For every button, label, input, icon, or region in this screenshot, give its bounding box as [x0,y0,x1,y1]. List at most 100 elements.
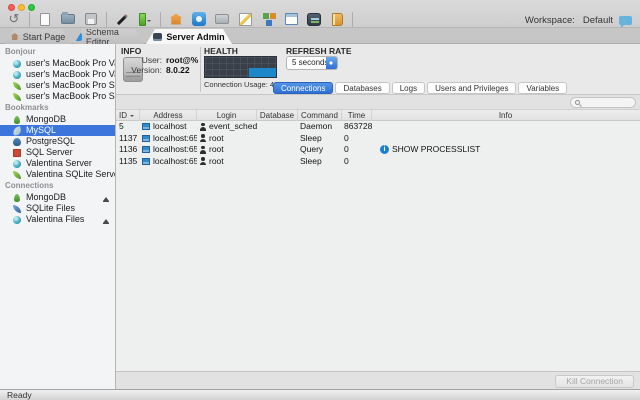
sidebar-item-label: MongoDB [26,114,67,124]
panel-divider [200,47,201,92]
sidebar-section-bookmarks: Bookmarks [5,103,49,112]
toolbar-separator [160,11,161,27]
sidebar-item-valentina-sqlite-server[interactable]: Valentina SQLite Server [0,169,115,180]
eject-icon[interactable] [102,216,110,224]
column-header-info[interactable]: Info [372,110,639,121]
subtab-databases[interactable]: Databases [335,82,390,94]
note-icon[interactable] [237,11,253,27]
pen-icon[interactable] [114,11,130,27]
tab-schema-editor[interactable]: Schema Editor [74,29,144,44]
tab-start-page[interactable]: Start Page [5,29,71,44]
sql-server-icon [13,148,21,157]
valentina-bonjour-icon [13,70,21,79]
open-folder-icon[interactable] [60,11,76,27]
version-label: Version: [131,65,162,75]
subtab-connections[interactable]: Connections [273,82,334,94]
tab-label: Server Admin [166,31,225,42]
sidebar-item-bonjour-valentina[interactable]: user's MacBook Pro Valentina [0,69,115,80]
column-header-address[interactable]: Address [140,110,197,121]
subtab-logs[interactable]: Logs [391,82,426,94]
mysql-dolphin-icon [12,125,22,136]
column-header-command[interactable]: Command [298,110,342,121]
diagram-icon[interactable] [260,11,276,27]
sidebar-item-mysql[interactable]: MySQL [0,125,115,136]
column-header-id[interactable]: ID [116,110,140,121]
valentina-icon [13,215,21,224]
undo-icon[interactable]: ↺ [6,11,22,27]
sidebar-item-label: user's MacBook Pro SQLite (SSL) [26,80,115,90]
sidebar-item-connection-sqlite-files[interactable]: SQLite Files [0,203,115,214]
subtab-variables[interactable]: Variables [518,82,568,94]
search-input[interactable] [570,97,636,108]
schema-editor-icon[interactable] [191,11,207,27]
sidebar-item-connection-mongodb[interactable]: MongoDB [0,192,115,203]
new-file-icon[interactable] [37,11,53,27]
status-text: Ready [7,390,32,400]
minimize-window-button[interactable] [18,4,25,11]
table-row[interactable]: 5 localhost event_scheduler Daemon 86372… [116,121,640,133]
sidebar-item-valentina-server[interactable]: Valentina Server [0,158,115,169]
refresh-rate-value: 5 seconds [292,58,329,67]
report-icon[interactable] [329,11,345,27]
workspace-value[interactable]: Default [583,15,613,26]
table-row[interactable]: 1136 localhost:65246 root Query 0 SHOW [116,144,640,156]
cell-address: localhost [140,121,197,133]
save-icon[interactable] [83,11,99,27]
sqlite-icon [13,170,21,179]
server-admin-icon[interactable] [306,11,322,27]
kill-connection-button[interactable]: Kill Connection [555,375,634,388]
server-admin-content: INFO User: root@% Version: 8.0.22 HEALTH… [116,44,640,389]
table-row[interactable]: 1137 localhost:65247 root Sleep 0 [116,133,640,145]
sidebar-item-sql-server[interactable]: SQL Server [0,147,115,158]
table-row[interactable]: 1135 localhost:65245 root Sleep 0 [116,156,640,168]
cell-login: event_scheduler [197,121,257,133]
window-body: Bonjour user's MacBook Pro Valentina (S.… [0,44,640,389]
sidebar-item-bonjour-valentina-ssl[interactable]: user's MacBook Pro Valentina (S... [0,58,115,69]
main-toolbar: ↺ [6,11,353,27]
cell-login: root [197,144,257,156]
sidebar-item-postgresql[interactable]: PostgreSQL [0,136,115,147]
sqlite-icon [13,92,21,101]
column-header-time[interactable]: Time [342,110,372,121]
user-icon [199,122,206,131]
host-icon [142,157,150,165]
user-value: root@% [166,55,199,65]
subtab-users-privileges[interactable]: Users and Privileges [427,82,517,94]
cell-id: 5 [119,121,124,131]
sidebar-item-label: SQLite Files [26,203,76,213]
sidebar-item-bonjour-sqlite[interactable]: user's MacBook Pro SQLite [0,91,115,102]
app-window: ↺ Workspace: Default Start Page Schema E… [0,0,640,400]
column-header-database[interactable]: Database [257,110,298,121]
home-icon[interactable] [168,11,184,27]
sort-caret-icon [130,114,134,119]
sidebar-item-bonjour-sqlite-ssl[interactable]: user's MacBook Pro SQLite (SSL) [0,80,115,91]
cell-command: Daemon [300,121,333,131]
cell-command: Query [300,144,324,154]
cell-info [372,156,639,168]
cell-address: localhost:65246 [140,144,197,156]
workspace-control: Workspace: Default [525,15,632,28]
refresh-rate-select[interactable]: 5 seconds [286,56,338,70]
column-header-login[interactable]: Login [197,110,257,121]
cell-command: Sleep [300,132,322,143]
workspace-chat-icon[interactable] [619,16,632,28]
zoom-window-button[interactable] [28,4,35,11]
close-window-button[interactable] [8,4,15,11]
home-icon [11,33,19,40]
info-icon [380,145,389,155]
tab-server-admin[interactable]: Server Admin [146,29,232,44]
battery-icon[interactable] [137,11,153,27]
connection-usage-label: Connection Usage: 4 [204,80,275,89]
status-bar: Ready [0,389,640,400]
health-title: HEALTH [204,46,238,56]
grid-window-icon[interactable] [283,11,299,27]
sidebar-item-mongodb[interactable]: MongoDB [0,114,115,125]
schema-editor-icon [74,33,82,41]
eject-icon[interactable] [102,194,110,202]
mail-icon[interactable] [214,11,230,27]
toolbar-separator [352,11,353,27]
sidebar-item-connection-valentina-files[interactable]: Valentina Files [0,214,115,225]
user-label: User: [141,55,162,65]
cell-database [257,144,298,156]
sidebar-item-label: MySQL [26,125,57,135]
